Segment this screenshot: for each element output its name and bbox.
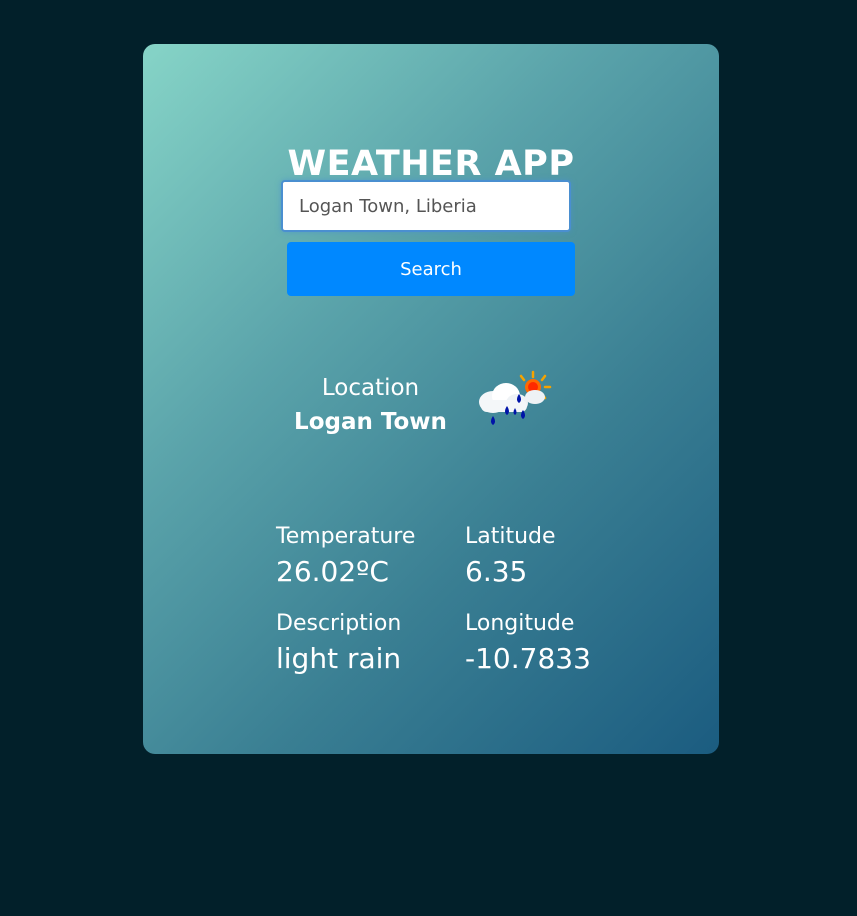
description-label: Description	[276, 611, 402, 636]
search-input[interactable]	[281, 180, 571, 232]
temperature-value: 26.02ºC	[276, 555, 389, 588]
weather-card: WEATHER APP Search Location Logan Town	[143, 44, 719, 754]
latitude-stat: Latitude 6.35	[465, 522, 556, 592]
latitude-value: 6.35	[465, 555, 528, 588]
longitude-value: -10.7833	[465, 642, 591, 675]
longitude-stat: Longitude -10.7833	[465, 609, 591, 679]
latitude-label: Latitude	[465, 524, 556, 549]
search-button[interactable]: Search	[287, 242, 575, 296]
app-title: WEATHER APP	[287, 144, 575, 184]
temperature-label: Temperature	[276, 524, 416, 549]
longitude-label: Longitude	[465, 611, 575, 636]
location-value: Logan Town	[294, 409, 447, 435]
description-stat: Description light rain	[276, 609, 401, 679]
temperature-stat: Temperature 26.02ºC	[276, 522, 415, 592]
description-value: light rain	[276, 642, 402, 675]
cloud-rain-sun-icon	[479, 370, 552, 425]
location-block: Location Logan Town	[283, 372, 458, 440]
location-label: Location	[321, 375, 420, 401]
